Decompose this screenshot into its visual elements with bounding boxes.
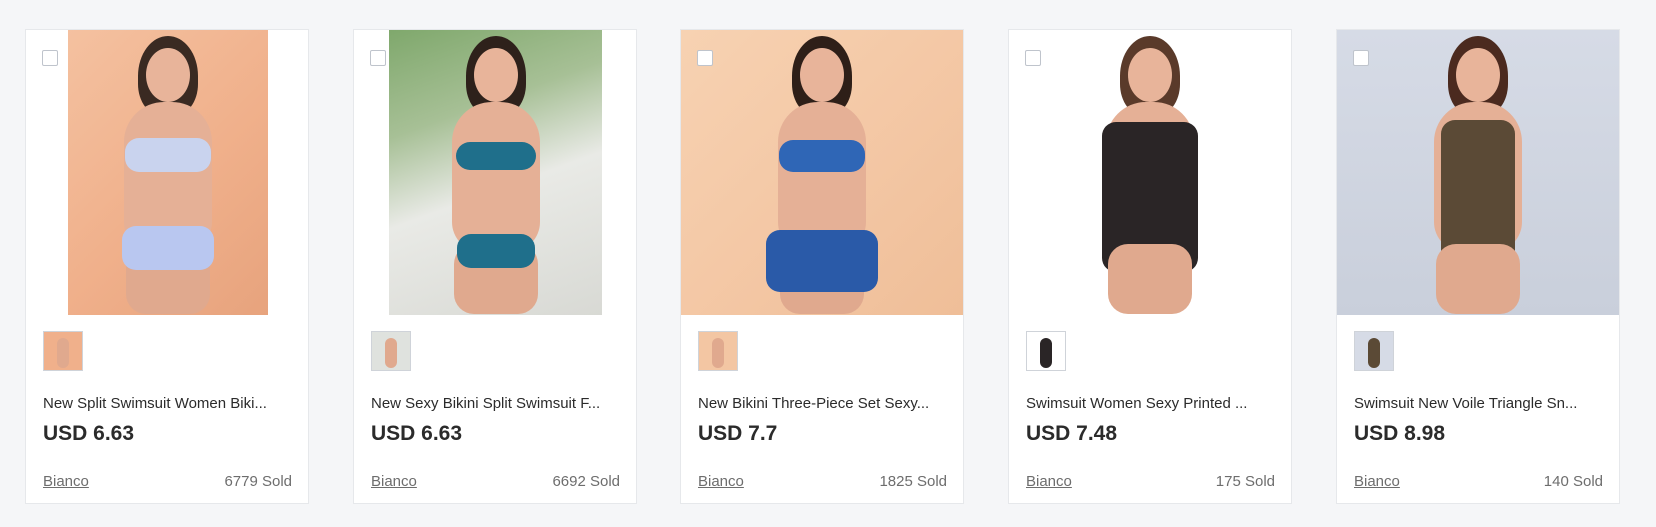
product-title[interactable]: Swimsuit New Voile Triangle Sn... [1354,395,1604,412]
select-checkbox[interactable] [1353,50,1369,66]
product-photo [1009,30,1291,315]
store-link[interactable]: Bianco [43,473,89,490]
variant-thumbnail[interactable] [1354,331,1394,371]
sold-count: 1825 Sold [879,473,947,490]
store-link[interactable]: Bianco [1026,473,1072,490]
product-card[interactable]: New Split Swimsuit Women Biki... USD 6.6… [25,29,309,504]
variant-thumbnail[interactable] [1026,331,1066,371]
product-title[interactable]: New Bikini Three-Piece Set Sexy... [698,395,948,412]
product-photo [389,30,602,315]
product-price: USD 7.7 [698,422,778,445]
product-title[interactable]: New Sexy Bikini Split Swimsuit F... [371,395,621,412]
product-price: USD 7.48 [1026,422,1118,445]
sold-count: 6779 Sold [224,473,292,490]
product-grid: New Split Swimsuit Women Biki... USD 6.6… [0,0,1656,527]
select-checkbox[interactable] [697,50,713,66]
product-image[interactable] [681,30,963,315]
select-checkbox[interactable] [42,50,58,66]
product-price: USD 6.63 [371,422,463,445]
store-link[interactable]: Bianco [1354,473,1400,490]
product-card[interactable]: Swimsuit New Voile Triangle Sn... USD 8.… [1336,29,1620,504]
product-title[interactable]: New Split Swimsuit Women Biki... [43,395,293,412]
product-price: USD 6.63 [43,422,135,445]
product-photo [681,30,963,315]
store-link[interactable]: Bianco [371,473,417,490]
sold-count: 6692 Sold [552,473,620,490]
product-card[interactable]: Swimsuit Women Sexy Printed ... USD 7.48… [1008,29,1292,504]
variant-thumbnail[interactable] [698,331,738,371]
product-card[interactable]: New Bikini Three-Piece Set Sexy... USD 7… [680,29,964,504]
variant-thumbnail[interactable] [371,331,411,371]
product-image[interactable] [26,30,308,315]
sold-count: 140 Sold [1543,473,1603,490]
product-price: USD 8.98 [1354,422,1446,445]
product-image[interactable] [354,30,636,315]
select-checkbox[interactable] [1025,50,1041,66]
product-title[interactable]: Swimsuit Women Sexy Printed ... [1026,395,1276,412]
product-photo [68,30,268,315]
product-card[interactable]: New Sexy Bikini Split Swimsuit F... USD … [353,29,637,504]
select-checkbox[interactable] [370,50,386,66]
product-image[interactable] [1009,30,1291,315]
sold-count: 175 Sold [1215,473,1275,490]
product-photo [1337,30,1619,315]
store-link[interactable]: Bianco [698,473,744,490]
product-image[interactable] [1337,30,1619,315]
variant-thumbnail[interactable] [43,331,83,371]
